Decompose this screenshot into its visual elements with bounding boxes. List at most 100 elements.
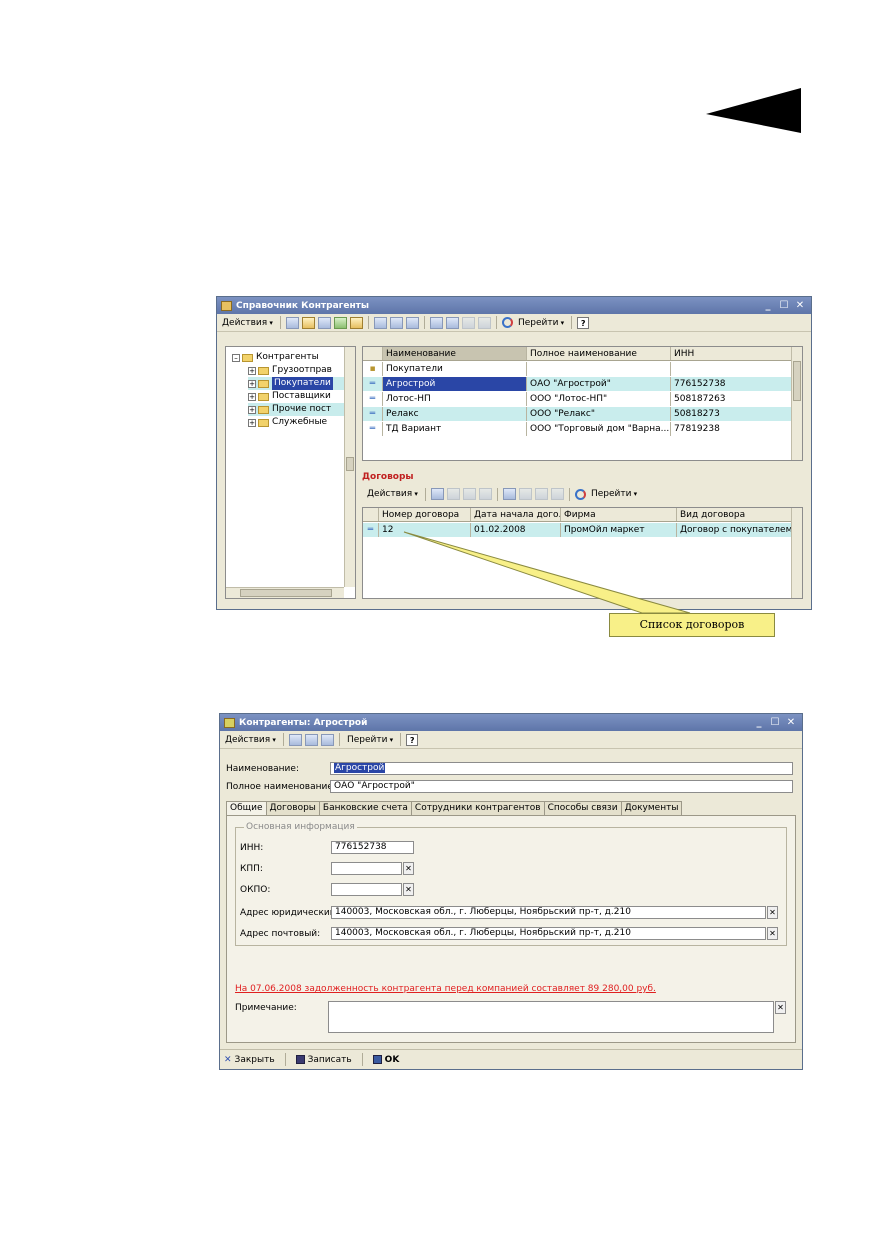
column-header-contract-kind[interactable]: Вид договора xyxy=(677,508,793,521)
contracts-vertical-scrollbar[interactable] xyxy=(791,508,802,598)
tree-item[interactable]: + Поставщики xyxy=(248,390,331,403)
collapse-icon[interactable]: – xyxy=(232,353,240,362)
contracts-table[interactable]: Номер договора Дата начала дого... Фирма… xyxy=(362,507,803,599)
item-marker-icon: ═ xyxy=(363,392,383,406)
legal-address-clear-icon[interactable]: ✕ xyxy=(767,906,778,919)
level-up-icon[interactable] xyxy=(389,316,403,329)
filter-off-icon[interactable] xyxy=(461,316,475,329)
inn-field[interactable]: 776152738 xyxy=(331,841,414,854)
delete-icon[interactable] xyxy=(478,488,492,500)
expand-icon[interactable]: + xyxy=(248,418,256,427)
ok-button[interactable]: OK xyxy=(372,1055,399,1065)
tree-horizontal-scrollbar[interactable] xyxy=(226,587,344,598)
save-button[interactable]: Записать xyxy=(295,1055,352,1065)
edit-icon[interactable] xyxy=(333,316,347,329)
add-icon[interactable] xyxy=(285,316,299,329)
postal-address-field[interactable]: 140003, Московская обл., г. Люберцы, Ноя… xyxy=(331,927,766,940)
groups-tree[interactable]: – Контрагенты + Грузоотправ + Покупатели… xyxy=(225,346,356,599)
column-header-fullname[interactable]: Полное наименование xyxy=(527,347,671,360)
tab-documents[interactable]: Документы xyxy=(620,801,683,815)
tree-vertical-scrollbar[interactable] xyxy=(344,347,355,587)
tab-contact-methods[interactable]: Способы связи xyxy=(543,801,622,815)
column-header-name[interactable]: Наименование xyxy=(383,347,527,360)
toolbar-separator xyxy=(279,316,281,329)
expand-icon[interactable]: + xyxy=(248,379,256,388)
window-titlebar[interactable]: Контрагенты: Агрострой _ ☐ ✕ xyxy=(220,714,802,731)
table-row[interactable]: ═ Лотос-НП ООО "Лотос-НП" 508187263 xyxy=(363,392,793,406)
scroll-thumb[interactable] xyxy=(346,457,354,471)
expand-icon[interactable]: + xyxy=(248,366,256,375)
reread-icon[interactable] xyxy=(320,733,334,746)
help-button[interactable]: ? xyxy=(406,733,419,746)
actions-menu[interactable]: Действия xyxy=(223,735,278,745)
contracts-table-row[interactable]: ═ 12 01.02.2008 ПромОйл маркет Договор с… xyxy=(363,523,793,537)
tree-item[interactable]: + Служебные xyxy=(248,416,327,429)
filter-icon[interactable] xyxy=(429,316,443,329)
filter-off-icon[interactable] xyxy=(534,488,548,500)
okpo-field[interactable] xyxy=(331,883,402,896)
delete-icon[interactable] xyxy=(349,316,363,329)
table-row[interactable]: ═ Релакс ООО "Релакс" 50818273 xyxy=(363,407,793,421)
window-titlebar[interactable]: Справочник Контрагенты _ ☐ ✕ xyxy=(217,297,811,314)
minimize-icon[interactable]: _ xyxy=(762,300,774,312)
table-vertical-scrollbar[interactable] xyxy=(791,347,802,460)
okpo-clear-icon[interactable]: ✕ xyxy=(403,883,414,896)
tree-item-root[interactable]: – Контрагенты xyxy=(232,351,319,364)
kpp-field[interactable] xyxy=(331,862,402,875)
save-icon[interactable] xyxy=(288,733,302,746)
table-row[interactable]: ═ Агрострой ОАО "Агрострой" 776152738 xyxy=(363,377,793,391)
add-icon[interactable] xyxy=(430,488,444,500)
goto-menu[interactable]: Перейти xyxy=(345,735,395,745)
postal-address-clear-icon[interactable]: ✕ xyxy=(767,927,778,940)
column-header-number[interactable]: Номер договора xyxy=(379,508,471,521)
table-row[interactable]: ═ ТД Вариант ООО "Торговый дом "Варна...… xyxy=(363,422,793,436)
tab-bank-accounts[interactable]: Банковские счета xyxy=(318,801,412,815)
scroll-thumb[interactable] xyxy=(240,589,332,597)
hierarchy-icon[interactable] xyxy=(373,316,387,329)
scroll-thumb[interactable] xyxy=(793,361,801,401)
find-icon[interactable] xyxy=(550,488,564,500)
tree-item[interactable]: + Грузоотправ xyxy=(248,364,332,377)
sort-icon[interactable] xyxy=(445,316,459,329)
close-icon[interactable]: ✕ xyxy=(785,717,797,729)
tab-general[interactable]: Общие xyxy=(226,801,267,815)
add-group-icon[interactable] xyxy=(301,316,315,329)
tree-icon[interactable] xyxy=(405,316,419,329)
debt-warning-link[interactable]: На 07.06.2008 задолженность контрагента … xyxy=(235,984,656,994)
minimize-icon[interactable]: _ xyxy=(753,717,765,729)
edit-icon[interactable] xyxy=(462,488,476,500)
copy-icon[interactable] xyxy=(317,316,331,329)
tree-item-selected[interactable]: + Покупатели xyxy=(248,377,344,390)
tab-employees[interactable]: Сотрудники контрагентов xyxy=(410,801,545,815)
find-icon[interactable] xyxy=(477,316,491,329)
copy-icon[interactable] xyxy=(446,488,460,500)
table-group-row[interactable]: ▪ Покупатели xyxy=(363,362,793,376)
expand-icon[interactable]: + xyxy=(248,392,256,401)
expand-icon[interactable]: + xyxy=(248,405,256,414)
close-icon[interactable]: ✕ xyxy=(794,300,806,312)
column-header-firm[interactable]: Фирма xyxy=(561,508,677,521)
fullname-field[interactable]: ОАО "Агрострой" xyxy=(330,780,793,793)
column-header-start-date[interactable]: Дата начала дого... xyxy=(471,508,561,521)
actions-menu[interactable]: Действия xyxy=(220,318,275,328)
name-field[interactable]: Агрострой xyxy=(330,762,793,775)
notes-field[interactable] xyxy=(328,1001,774,1033)
contracts-goto-menu[interactable]: Перейти xyxy=(589,489,639,499)
structure-icon[interactable] xyxy=(304,733,318,746)
maximize-icon[interactable]: ☐ xyxy=(778,300,790,312)
sort-icon[interactable] xyxy=(518,488,532,500)
kpp-clear-icon[interactable]: ✕ xyxy=(403,862,414,875)
goto-menu[interactable]: Перейти xyxy=(516,318,566,328)
tree-item[interactable]: + Прочие пост xyxy=(248,403,344,416)
notes-clear-icon[interactable]: ✕ xyxy=(775,1001,786,1014)
tab-contracts[interactable]: Договоры xyxy=(265,801,320,815)
filter-icon[interactable] xyxy=(502,488,516,500)
help-button[interactable]: ? xyxy=(577,316,590,329)
legal-address-field[interactable]: 140003, Московская обл., г. Люберцы, Ноя… xyxy=(331,906,766,919)
maximize-icon[interactable]: ☐ xyxy=(769,717,781,729)
cell-inn: 77819238 xyxy=(671,422,792,436)
counterparties-table[interactable]: Наименование Полное наименование ИНН ▪ П… xyxy=(362,346,803,461)
column-header-inn[interactable]: ИНН xyxy=(671,347,792,360)
close-button[interactable]: ✕ Закрыть xyxy=(224,1055,275,1065)
contracts-actions-menu[interactable]: Действия xyxy=(365,489,420,499)
